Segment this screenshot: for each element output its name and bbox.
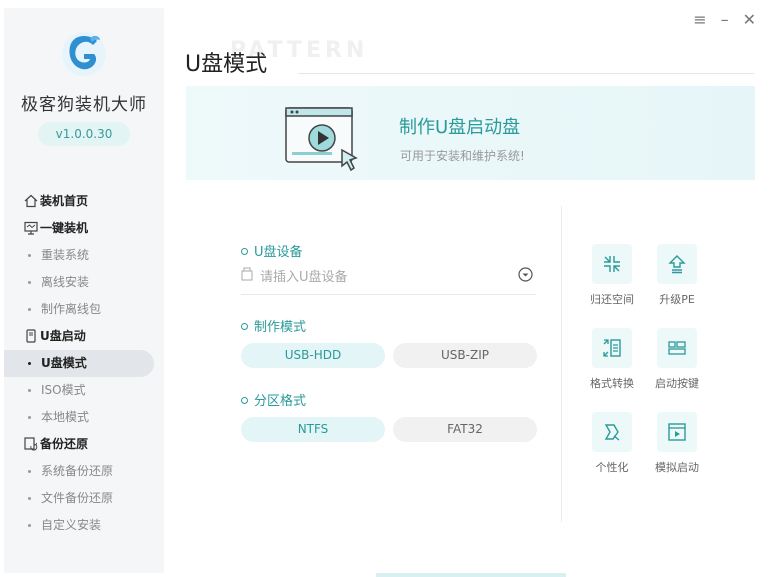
tool-icon-box (592, 412, 632, 452)
personalize-icon (604, 424, 620, 441)
sidebar-item-one-click-install[interactable]: 一键装机 (4, 215, 164, 242)
sidebar-item-label: U盘启动 (40, 329, 86, 343)
sidebar-item-local-mode[interactable]: 本地模式 (4, 404, 164, 431)
ring-icon (241, 397, 248, 404)
version-badge: v1.0.0.30 (38, 122, 130, 146)
page-title: U盘模式 (185, 52, 268, 77)
app-logo-icon (62, 32, 106, 76)
home-icon (24, 194, 38, 208)
sidebar-item-iso-mode[interactable]: ISO模式 (4, 377, 164, 404)
usb-device-label: U盘设备 (241, 241, 303, 260)
usb-icon (241, 267, 253, 281)
sidebar-item-label: 重装系统 (41, 248, 90, 262)
partition-ntfs-button[interactable]: NTFS (241, 417, 385, 442)
tool-icon-box (592, 328, 632, 368)
tool-icon-box (657, 244, 697, 284)
bullet-icon (28, 470, 31, 473)
tool-icon-box (657, 328, 697, 368)
tool-label: 格式转换 (590, 377, 634, 390)
monitor-icon (24, 221, 38, 235)
sidebar-item-label: 备份还原 (40, 437, 89, 451)
bullet-icon (28, 416, 31, 419)
sidebar-item-label: 一键装机 (40, 221, 89, 235)
bullet-icon (28, 308, 31, 311)
bullet-icon (28, 389, 31, 392)
simulate-boot-icon (668, 423, 686, 441)
sidebar-item-usb-boot[interactable]: U盘启动 (4, 323, 164, 350)
tool-label: 升级PE (659, 293, 695, 306)
usb-device-select[interactable]: 请插入U盘设备 (241, 263, 536, 295)
sidebar-item-label: 文件备份还原 (41, 491, 114, 505)
bullet-icon (28, 281, 31, 284)
tool-upgrade-pe[interactable]: 升级PE (642, 244, 712, 307)
convert-icon (603, 339, 621, 357)
sidebar-item-label: 离线安装 (41, 275, 90, 289)
tool-icon-box (592, 244, 632, 284)
bullet-icon (28, 362, 31, 365)
mode-usb-hdd-button[interactable]: USB-HDD (241, 343, 385, 368)
banner-title: 制作U盘启动盘 (399, 117, 521, 138)
tool-format-convert[interactable]: 格式转换 (577, 328, 647, 391)
window-controls: ≡ – ✕ (693, 10, 756, 29)
usb-device-label-text: U盘设备 (254, 245, 303, 260)
sidebar: 极客狗装机大师 v1.0.0.30 装机首页 一键装机 重装系统 离线安装 制作… (4, 8, 164, 573)
sidebar-item-system-backup[interactable]: 系统备份还原 (4, 458, 164, 485)
sidebar-item-custom-install[interactable]: 自定义安装 (4, 512, 164, 539)
bullet-icon (28, 524, 31, 527)
sidebar-item-label: 装机首页 (40, 194, 89, 208)
video-player-illustration-icon (285, 107, 358, 172)
usb-drive-icon (26, 329, 36, 343)
bullet-icon (28, 497, 31, 500)
minimize-icon[interactable]: – (721, 10, 729, 29)
tool-label: 归还空间 (590, 293, 634, 306)
tool-simulate-boot[interactable]: 模拟启动 (642, 412, 712, 475)
mode-usb-zip-button[interactable]: USB-ZIP (393, 343, 537, 368)
sidebar-item-backup-restore[interactable]: 备份还原 (4, 431, 164, 458)
sidebar-item-reinstall[interactable]: 重装系统 (4, 242, 164, 269)
partition-fat32-button[interactable]: FAT32 (393, 417, 537, 442)
app-name: 极客狗装机大师 (21, 95, 147, 115)
bottom-action-bar (376, 573, 566, 577)
sidebar-item-usb-mode[interactable]: U盘模式 (4, 350, 154, 377)
sidebar-item-label: 自定义安装 (41, 518, 102, 532)
banner-subtitle: 可用于安装和维护系统! (400, 149, 525, 163)
upgrade-icon (668, 255, 686, 274)
close-icon[interactable]: ✕ (743, 10, 756, 29)
ring-icon (241, 248, 248, 255)
make-mode-label-text: 制作模式 (254, 320, 307, 335)
tool-reclaim-space[interactable]: 归还空间 (577, 244, 647, 307)
make-mode-label: 制作模式 (241, 316, 306, 335)
usb-device-placeholder: 请插入U盘设备 (260, 270, 348, 285)
sidebar-item-label: ISO模式 (41, 383, 86, 397)
menu-icon[interactable]: ≡ (693, 10, 706, 29)
bullet-icon (28, 254, 31, 257)
ring-icon (241, 323, 248, 330)
sidebar-item-home[interactable]: 装机首页 (4, 188, 164, 215)
sidebar-item-label: 本地模式 (41, 410, 90, 424)
chevron-down-icon[interactable] (518, 267, 533, 282)
tool-personalize[interactable]: 个性化 (577, 412, 647, 475)
sidebar-item-make-offline-pack[interactable]: 制作离线包 (4, 296, 164, 323)
tool-boot-keys[interactable]: 启动按键 (642, 328, 712, 391)
tool-label: 启动按键 (655, 377, 699, 390)
sidebar-nav: 装机首页 一键装机 重装系统 离线安装 制作离线包 U盘启动 U盘模式 ISO模… (4, 188, 164, 539)
partition-format-label: 分区格式 (241, 390, 306, 409)
title-divider (298, 73, 754, 74)
tool-label: 个性化 (595, 461, 629, 474)
sidebar-item-offline-install[interactable]: 离线安装 (4, 269, 164, 296)
keyboard-icon (668, 341, 686, 355)
partition-format-label-text: 分区格式 (254, 394, 307, 409)
tool-label: 模拟启动 (655, 461, 699, 474)
shrink-icon (604, 256, 620, 272)
tool-icon-box (657, 412, 697, 452)
sidebar-item-label: 制作离线包 (41, 302, 102, 316)
sidebar-item-label: 系统备份还原 (41, 464, 114, 478)
backup-icon (24, 437, 38, 451)
vertical-divider (561, 206, 562, 522)
sidebar-item-label: U盘模式 (41, 356, 87, 370)
sidebar-item-file-backup[interactable]: 文件备份还原 (4, 485, 164, 512)
